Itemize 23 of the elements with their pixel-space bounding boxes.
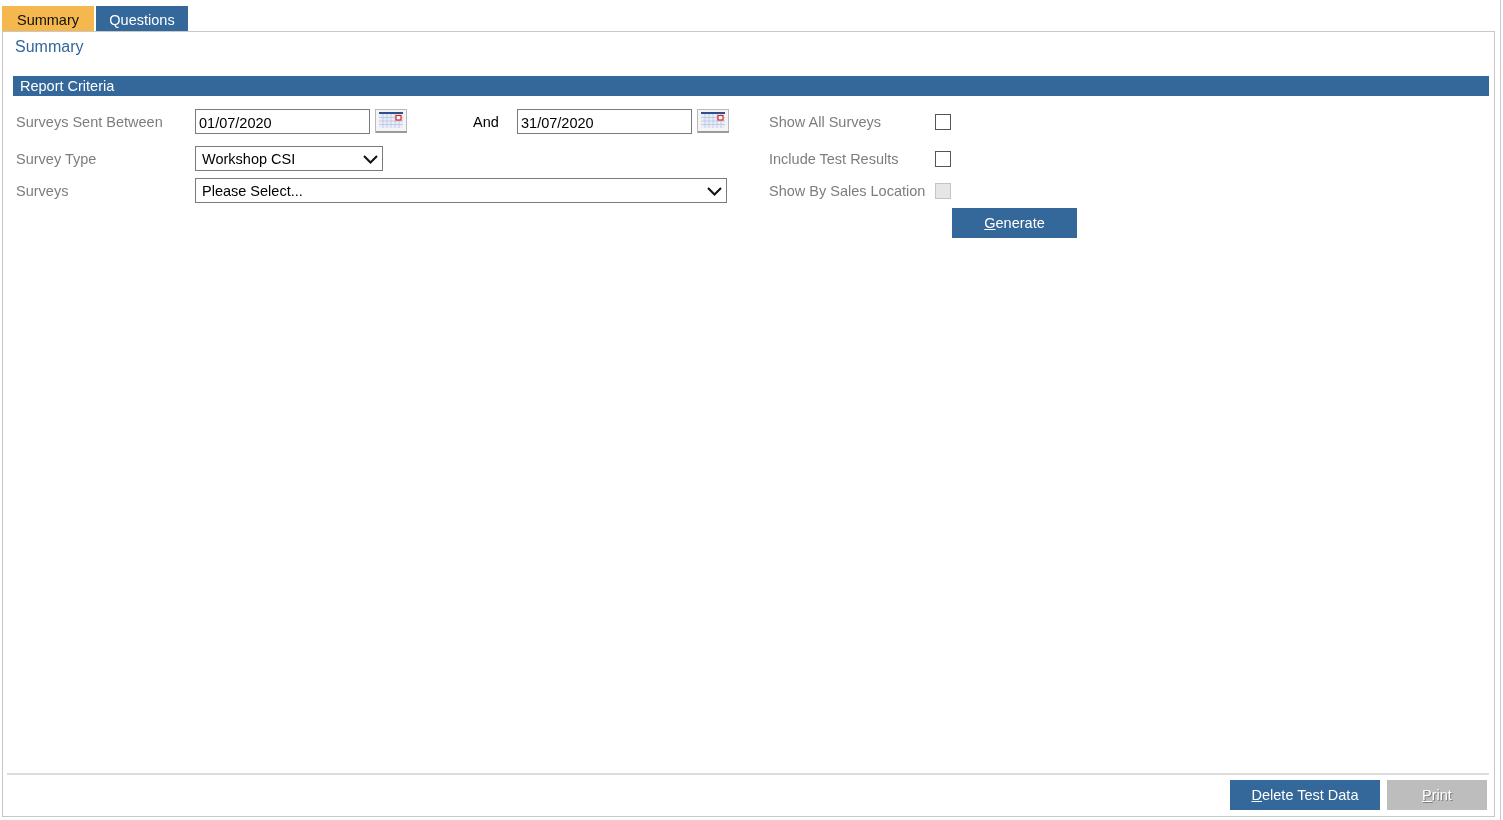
surveys-dropdown[interactable]: Please Select...: [195, 178, 727, 203]
chevron-down-icon: [707, 186, 722, 196]
field-label: Survey Type: [16, 150, 98, 167]
chevron-down-icon: [363, 154, 378, 164]
field-label: Surveys: [16, 182, 70, 199]
checkbox[interactable]: [935, 113, 951, 130]
calendar-icon[interactable]: [375, 108, 407, 133]
tab[interactable]: Summary: [2, 6, 94, 31]
survey-type-dropdown[interactable]: Workshop CSI: [195, 146, 383, 171]
field-label: And: [473, 113, 500, 130]
delete-button[interactable]: Delete Test Data: [1230, 780, 1380, 810]
tab[interactable]: Questions: [96, 6, 188, 31]
calendar-icon[interactable]: [697, 108, 729, 133]
checkbox[interactable]: [935, 150, 951, 167]
field-label: Surveys Sent Between: [16, 113, 164, 130]
page-title: Summary: [15, 38, 84, 57]
option-label: Include Test Results: [769, 150, 900, 167]
option-label: Show All Surveys: [769, 113, 883, 130]
generate-button[interactable]: Generate: [952, 208, 1077, 238]
date-input-field[interactable]: 01/07/2020: [195, 109, 370, 134]
option-label: Show By Sales Location: [769, 182, 927, 199]
section-header: Report Criteria: [13, 76, 1489, 96]
date-input-field[interactable]: 31/07/2020: [517, 109, 692, 134]
